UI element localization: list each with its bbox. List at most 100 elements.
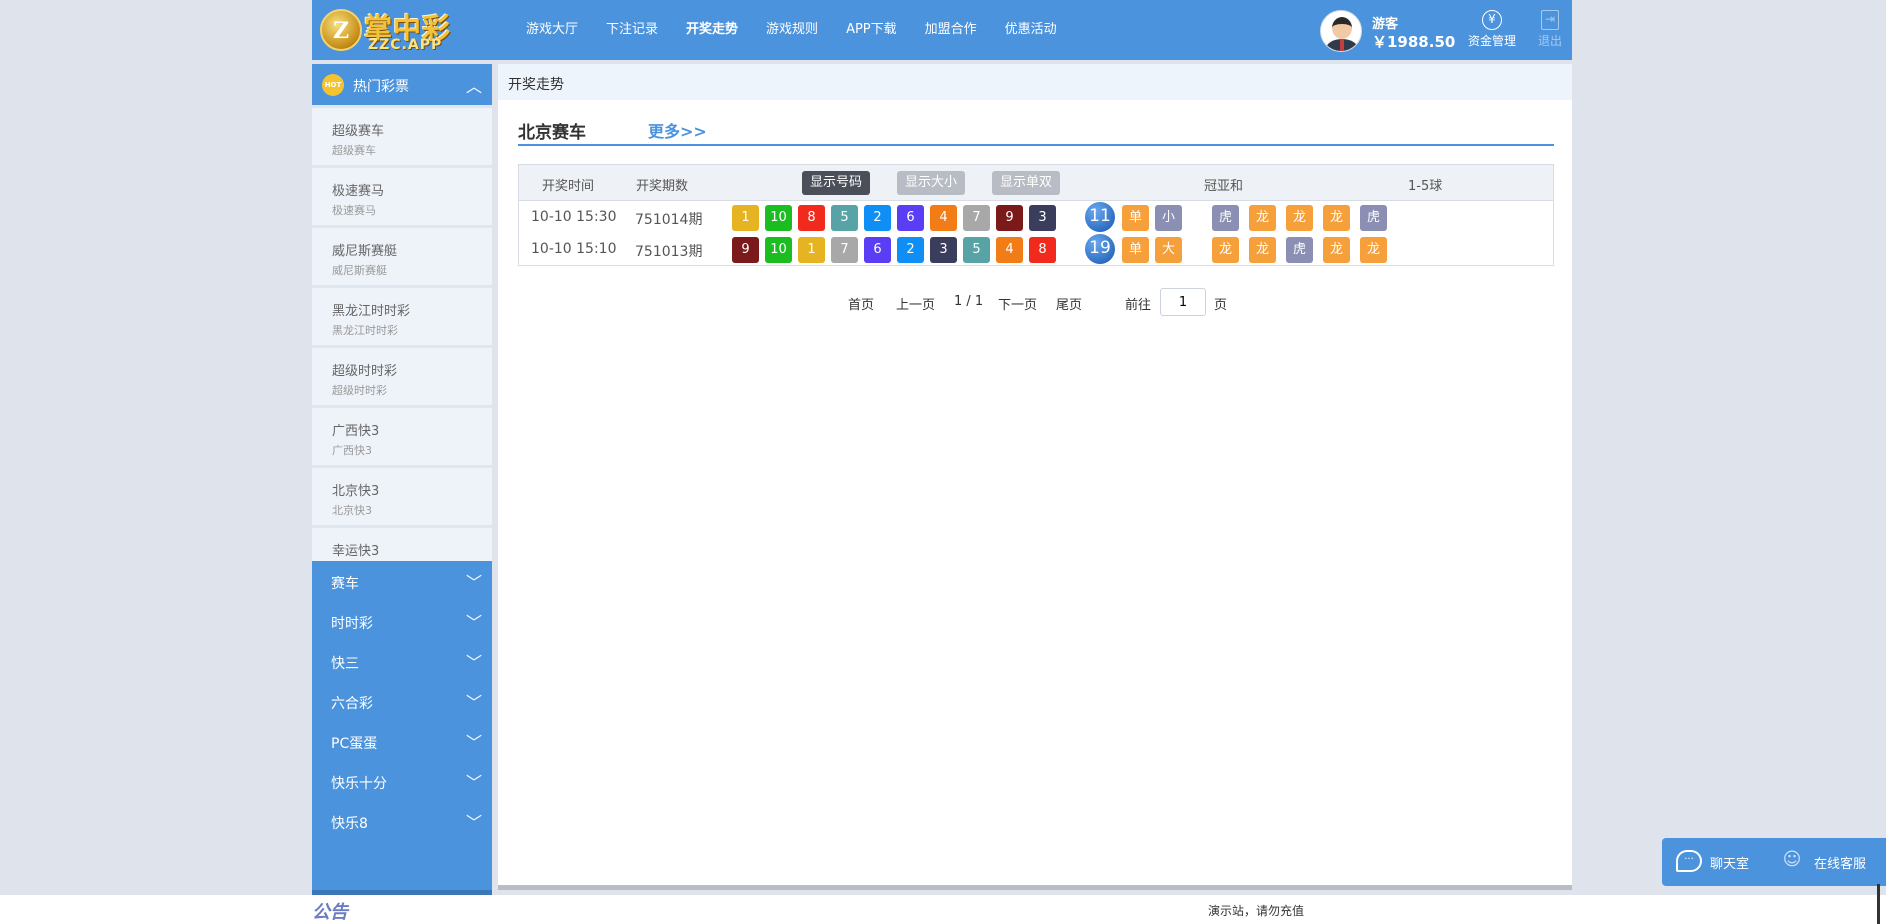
dragon-tiger-tag: 虎 <box>1360 205 1387 231</box>
chevron-down-icon: ﹀ <box>465 573 482 592</box>
number-ball: 10 <box>765 205 792 231</box>
chevron-up-icon: ︿ <box>465 77 482 96</box>
show-odd-even-button[interactable]: 显示单双 <box>992 171 1061 195</box>
dragon-tiger-tag: 龙 <box>1212 237 1239 263</box>
show-number-button[interactable]: 显示号码 <box>802 171 871 195</box>
nav-app-download[interactable]: APP下载 <box>832 0 911 60</box>
lottery-item[interactable]: 威尼斯赛艇 威尼斯赛艇 <box>312 228 492 285</box>
lottery-item[interactable]: 黑龙江时时彩 黑龙江时时彩 <box>312 288 492 345</box>
category-mark-six[interactable]: 六合彩 ﹀ <box>312 681 492 721</box>
number-ball: 4 <box>996 237 1023 263</box>
pager-page-input[interactable] <box>1160 288 1206 316</box>
main-bottom-bar <box>498 885 1572 890</box>
nav-partnership[interactable]: 加盟合作 <box>911 0 991 60</box>
section-title: 北京赛车 <box>518 123 586 143</box>
number-ball: 8 <box>1029 237 1056 263</box>
lottery-sub: 超级赛车 <box>332 144 376 157</box>
notice-bar: 公告 演示站，请勿充值 <box>0 895 1886 924</box>
lottery-item[interactable]: 北京快3 北京快3 <box>312 468 492 525</box>
category-k3[interactable]: 快三 ﹀ <box>312 641 492 681</box>
number-ball: 1 <box>732 205 759 231</box>
lottery-item[interactable]: 超级赛车 超级赛车 <box>312 108 492 165</box>
notice-label: 公告 <box>312 902 348 923</box>
sum-ball: 19 <box>1085 234 1115 264</box>
logout-button[interactable]: ⇥ 退出 <box>1532 10 1568 49</box>
category-pc-egg[interactable]: PC蛋蛋 ﹀ <box>312 721 492 761</box>
dragon-tiger-tag: 龙 <box>1360 237 1387 263</box>
nav-bet-records[interactable]: 下注记录 <box>592 0 672 60</box>
draw-issue: 751014期 <box>635 212 703 228</box>
lottery-name: 北京快3 <box>332 484 380 499</box>
dragon-tiger-tag: 虎 <box>1286 237 1313 263</box>
hot-lottery-header[interactable]: HOT 热门彩票 ︿ <box>312 64 492 105</box>
sum-tag: 单 <box>1122 237 1149 263</box>
logout-icon: ⇥ <box>1541 10 1559 30</box>
pager-prev[interactable]: 上一页 <box>896 294 935 313</box>
number-ball: 1 <box>798 237 825 263</box>
logo-badge-icon: Z <box>320 9 362 51</box>
lottery-item[interactable]: 极速赛马 极速赛马 <box>312 168 492 225</box>
sum-tag: 单 <box>1122 205 1149 231</box>
lottery-name: 广西快3 <box>332 424 380 439</box>
number-ball: 2 <box>864 205 891 231</box>
pager-next[interactable]: 下一页 <box>998 294 1037 313</box>
table-row: 10-10 15:10 751013期 9 10 1 7 6 2 3 5 4 8 19 单大龙龙虎龙龙 <box>519 233 1553 265</box>
category-happy-ten[interactable]: 快乐十分 ﹀ <box>312 761 492 801</box>
sum-tag: 大 <box>1155 237 1182 263</box>
lottery-item[interactable]: 超级时时彩 超级时时彩 <box>312 348 492 405</box>
number-ball: 6 <box>864 237 891 263</box>
logo[interactable]: Z 掌中彩 ZZC.APP <box>318 5 488 55</box>
nav-draw-trend[interactable]: 开奖走势 <box>672 0 752 60</box>
category-label: 时时彩 <box>331 616 373 632</box>
logout-label: 退出 <box>1537 34 1562 48</box>
show-size-button[interactable]: 显示大小 <box>897 171 966 195</box>
pager-last[interactable]: 尾页 <box>1056 294 1082 313</box>
lottery-item[interactable]: 广西快3 广西快3 <box>312 408 492 465</box>
col-balls-header: 1-5球 <box>1408 179 1443 194</box>
service-panel: ··· 聊天室 ☺ 在线客服 <box>1662 838 1886 886</box>
hot-lottery-label: 热门彩票 <box>353 79 409 95</box>
category-ssc[interactable]: 时时彩 ﹀ <box>312 601 492 641</box>
fund-management-label: 资金管理 <box>1467 34 1516 48</box>
nav-game-hall[interactable]: 游戏大厅 <box>512 0 592 60</box>
online-service-label: 在线客服 <box>1814 857 1867 872</box>
lottery-name: 极速赛马 <box>332 184 385 199</box>
category-racing[interactable]: 赛车 ﹀ <box>312 561 492 601</box>
nav-game-rules[interactable]: 游戏规则 <box>752 0 832 60</box>
category-happy-8[interactable]: 快乐8 ﹀ <box>312 801 492 841</box>
nav-promotions[interactable]: 优惠活动 <box>991 0 1071 60</box>
category-label: 快三 <box>331 656 359 672</box>
table-body: 10-10 15:30 751014期 1 10 8 5 2 6 4 7 9 3 11 单小虎龙龙龙虎 10… <box>519 201 1553 265</box>
lottery-name: 超级时时彩 <box>332 364 398 379</box>
number-ball: 6 <box>897 205 924 231</box>
dragon-tiger-tag: 虎 <box>1212 205 1239 231</box>
app: Z 掌中彩 ZZC.APP 游戏大厅 下注记录 开奖走势 游戏规则 APP下载 … <box>312 0 1572 895</box>
main-panel: 开奖走势 北京赛车 更多>> 开奖时间 开奖期数 显示号码 显示大小 显示单双 … <box>498 64 1572 889</box>
number-ball: 7 <box>831 237 858 263</box>
fund-management-button[interactable]: ¥ 资金管理 <box>1464 10 1520 49</box>
top-nav: 游戏大厅 下注记录 开奖走势 游戏规则 APP下载 加盟合作 优惠活动 <box>512 0 1071 60</box>
lottery-sub: 超级时时彩 <box>332 384 387 397</box>
lottery-item[interactable]: 幸运快3 <box>312 528 492 561</box>
category-label: 六合彩 <box>331 696 373 712</box>
more-link[interactable]: 更多>> <box>648 118 707 142</box>
col-issue-header: 开奖期数 <box>636 179 689 194</box>
number-ball: 3 <box>1029 205 1056 231</box>
pager-first[interactable]: 首页 <box>848 294 874 313</box>
lottery-name: 幸运快3 <box>332 544 380 559</box>
number-ball: 5 <box>963 237 990 263</box>
user-name: 游客 <box>1372 17 1399 32</box>
chevron-down-icon: ﹀ <box>465 653 482 672</box>
number-ball: 7 <box>963 205 990 231</box>
hot-lottery-list: 超级赛车 超级赛车 极速赛马 极速赛马 威尼斯赛艇 威尼斯赛艇 黑龙江时时彩 黑龙江时时… <box>312 105 492 561</box>
category-label: 赛车 <box>331 576 359 592</box>
lottery-name: 黑龙江时时彩 <box>332 304 411 319</box>
table-row: 10-10 15:30 751014期 1 10 8 5 2 6 4 7 9 3 11 单小虎龙龙龙虎 <box>519 201 1553 233</box>
pager-goto-label: 前往 <box>1125 298 1152 313</box>
avatar[interactable] <box>1320 10 1362 52</box>
number-ball: 9 <box>732 237 759 263</box>
sum-ball: 11 <box>1085 202 1115 232</box>
number-ball: 3 <box>930 237 957 263</box>
number-ball: 5 <box>831 205 858 231</box>
logo-subtitle: ZZC.APP <box>368 37 443 53</box>
